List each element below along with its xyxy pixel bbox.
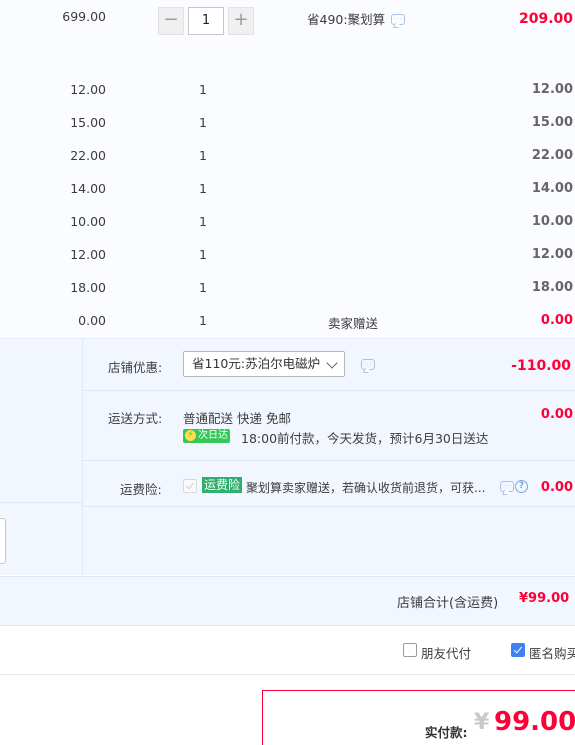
- item-price: 0.00: [78, 313, 106, 328]
- insurance-checkbox: [183, 479, 197, 493]
- item-subtotal: 0.00: [540, 313, 573, 328]
- currency-symbol: ¥: [474, 710, 490, 735]
- next-day-text: 次日达: [198, 430, 228, 441]
- shipping-note: 18:00前付款，今天发货，预计6月30日送达: [241, 431, 489, 446]
- insurance-label: 运费险:: [120, 482, 162, 497]
- item-price: 12.00: [70, 247, 106, 262]
- shipping-amount: 0.00: [540, 407, 573, 422]
- item-subtotal: 12.00: [531, 82, 573, 97]
- gift-note: 卖家赠送: [328, 316, 379, 331]
- next-day-badge: ⚡ 次日达: [183, 429, 230, 443]
- lightning-icon: ⚡: [185, 430, 196, 441]
- item-price: 12.00: [70, 82, 106, 97]
- chevron-down-icon: [326, 357, 338, 369]
- chat-icon[interactable]: ···: [500, 481, 514, 492]
- divider: [0, 674, 575, 675]
- item-quantity: 1: [199, 115, 207, 130]
- item-price: 15.00: [70, 115, 106, 130]
- item-quantity: 1: [199, 82, 207, 97]
- friend-pay-checkbox[interactable]: [403, 643, 417, 657]
- item-price: 10.00: [70, 214, 106, 229]
- item-quantity: 1: [199, 181, 207, 196]
- quantity-input[interactable]: 1: [188, 7, 224, 35]
- anonymous-checkbox[interactable]: [511, 643, 525, 657]
- insurance-badge: 运费险: [202, 477, 243, 493]
- increase-button[interactable]: +: [228, 7, 254, 35]
- item-quantity: 1: [199, 214, 207, 229]
- item-subtotal: 12.00: [531, 247, 573, 262]
- shipping-label: 运送方式:: [108, 411, 163, 426]
- coupon-select-value: 省110元:苏泊尔电磁炉: [192, 356, 321, 371]
- insurance-amount: 0.00: [540, 480, 573, 495]
- shop-total-label: 店铺合计(含运费): [397, 596, 499, 611]
- item-quantity: 1: [199, 280, 207, 295]
- item-subtotal: 22.00: [531, 148, 573, 163]
- coupon-amount: -110.00: [511, 358, 571, 374]
- chat-icon[interactable]: ···: [391, 14, 405, 25]
- anonymous-label[interactable]: 匿名购买: [529, 643, 575, 662]
- coupon-label: 店铺优惠:: [108, 360, 163, 375]
- divider: [83, 506, 575, 507]
- item-quantity: 1: [199, 313, 207, 328]
- coupon-select[interactable]: 省110元:苏泊尔电磁炉: [183, 351, 345, 377]
- discount-text: 省490:聚划算: [307, 12, 386, 27]
- item-quantity: 1: [199, 148, 207, 163]
- chat-icon[interactable]: ···: [361, 359, 375, 370]
- item-quantity: 1: [199, 247, 207, 262]
- item-subtotal: 15.00: [531, 115, 573, 130]
- decrease-button[interactable]: −: [158, 7, 184, 35]
- divider: [83, 390, 575, 391]
- item-subtotal: 10.00: [531, 214, 573, 229]
- item-price: 14.00: [70, 181, 106, 196]
- divider: [82, 339, 83, 575]
- friend-pay-label[interactable]: 朋友代付: [421, 643, 471, 662]
- quantity-stepper[interactable]: − 1 +: [158, 7, 254, 35]
- divider: [83, 460, 575, 461]
- pay-label: 实付款:: [425, 725, 468, 740]
- divider: [0, 502, 82, 503]
- insurance-text: 聚划算卖家赠送，若确认收货前退货，可获...: [246, 481, 486, 495]
- item-price: 22.00: [70, 148, 106, 163]
- shop-total-amount: ¥99.00: [519, 591, 570, 606]
- item-price: 18.00: [70, 280, 106, 295]
- item-price: 699.00: [62, 9, 106, 24]
- shipping-method: 普通配送 快递 免邮: [183, 411, 291, 426]
- item-subtotal: 18.00: [531, 280, 573, 295]
- pay-amount: 99.00: [494, 707, 575, 737]
- item-subtotal: 14.00: [531, 181, 573, 196]
- message-textarea[interactable]: [0, 518, 6, 564]
- item-subtotal: 209.00: [518, 11, 573, 27]
- help-icon[interactable]: ?: [515, 480, 528, 493]
